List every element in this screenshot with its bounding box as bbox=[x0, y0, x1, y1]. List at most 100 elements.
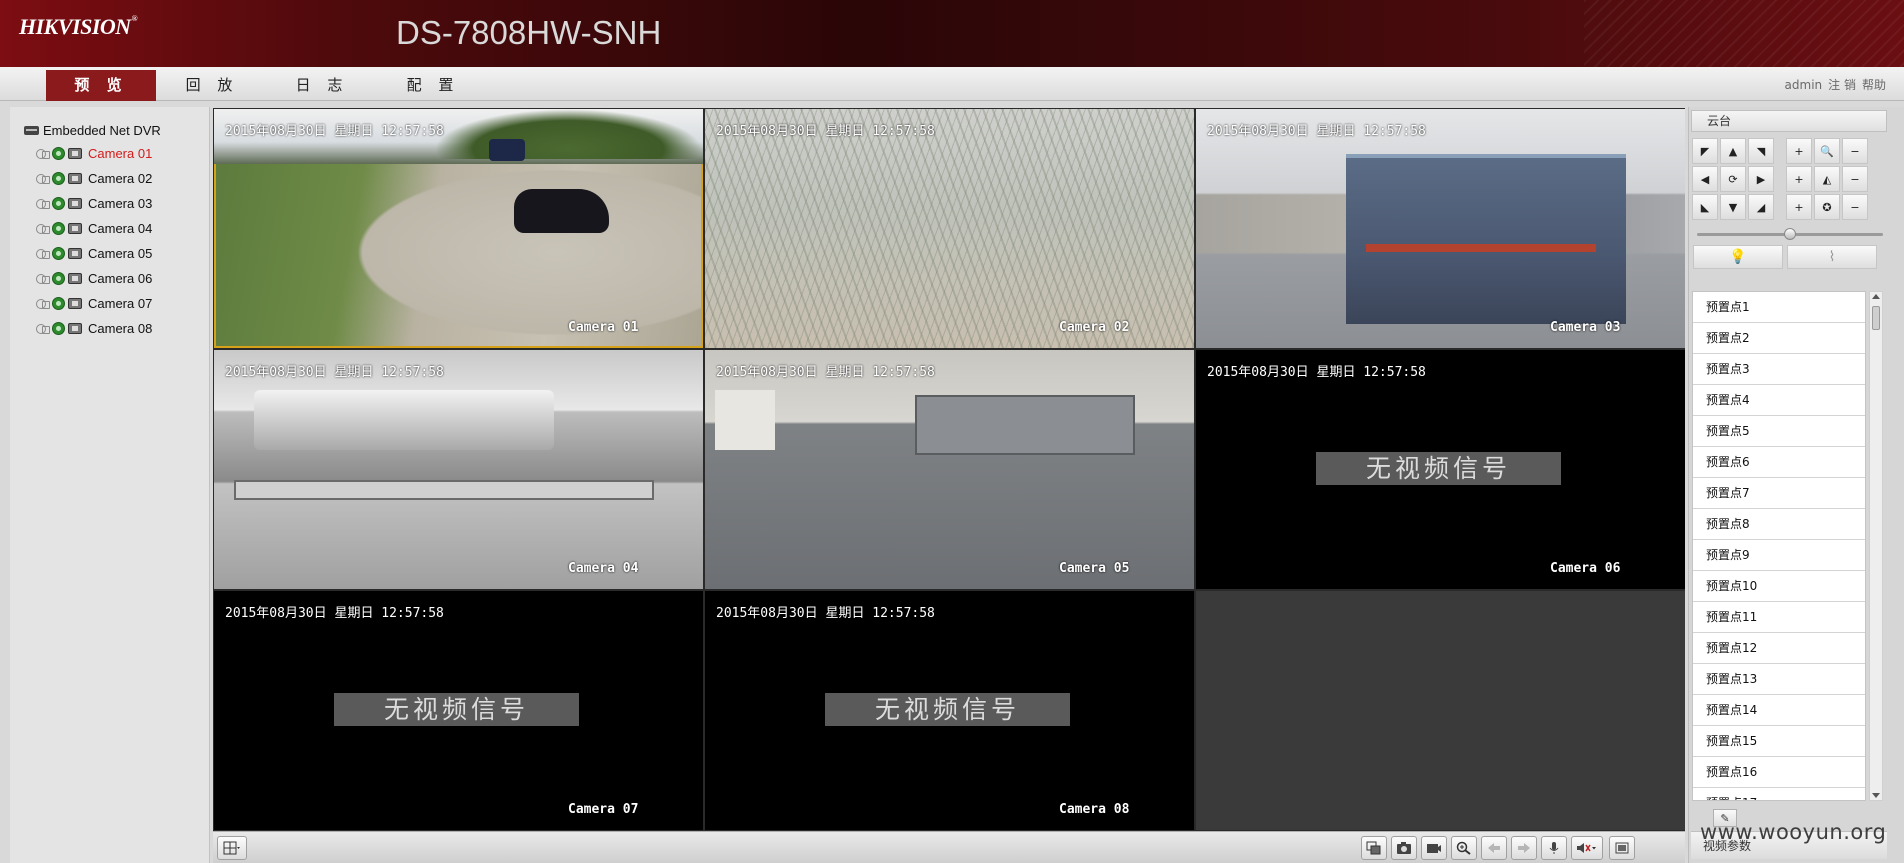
camera-label: Camera 05 bbox=[88, 245, 153, 261]
zoom-in-button[interactable]: + bbox=[1786, 138, 1812, 164]
ptz-down-left-button[interactable]: ◣ bbox=[1692, 194, 1718, 220]
ptz-speed-knob[interactable] bbox=[1784, 228, 1796, 240]
preset-item[interactable]: 预置点1 bbox=[1693, 292, 1865, 323]
tree-camera-08[interactable]: Camera 08 bbox=[36, 319, 152, 337]
preset-item[interactable]: 预置点8 bbox=[1693, 509, 1865, 540]
preset-item[interactable]: 预置点14 bbox=[1693, 695, 1865, 726]
record-icon[interactable] bbox=[52, 296, 65, 310]
ptz-up-right-button[interactable]: ◥ bbox=[1748, 138, 1774, 164]
stream-icon[interactable] bbox=[36, 322, 50, 334]
capture-button[interactable] bbox=[1391, 836, 1417, 860]
preset-item[interactable]: 预置点2 bbox=[1693, 323, 1865, 354]
tab-preview[interactable]: 预 览 bbox=[46, 70, 156, 101]
focus-far-button[interactable]: − bbox=[1842, 166, 1868, 192]
video-tile-camera-04[interactable]: 2015年08月30日 星期日 12:57:58 Camera 04 bbox=[214, 350, 703, 589]
ptz-right-button[interactable]: ▶ bbox=[1748, 166, 1774, 192]
iris-close-button[interactable]: − bbox=[1842, 194, 1868, 220]
video-tile-empty[interactable] bbox=[1196, 591, 1685, 830]
stream-icon[interactable] bbox=[36, 172, 50, 184]
preset-item[interactable]: 预置点4 bbox=[1693, 385, 1865, 416]
preset-item[interactable]: 预置点6 bbox=[1693, 447, 1865, 478]
preset-item[interactable]: 预置点3 bbox=[1693, 354, 1865, 385]
arrow-up-icon: ▲ bbox=[1728, 144, 1738, 158]
stream-icon[interactable] bbox=[36, 247, 50, 259]
video-tile-camera-08[interactable]: 2015年08月30日 星期日 12:57:58 无视频信号 Camera 08 bbox=[705, 591, 1194, 830]
stream-icon[interactable] bbox=[36, 147, 50, 159]
tree-root-dvr[interactable]: Embedded Net DVR bbox=[24, 123, 161, 138]
video-tile-camera-01[interactable]: 2015年08月30日 星期日 12:57:58 Camera 01 bbox=[214, 109, 703, 348]
record-all-button[interactable] bbox=[1421, 836, 1447, 860]
minus-icon: − bbox=[1850, 172, 1860, 186]
stream-icon[interactable] bbox=[36, 197, 50, 209]
tree-camera-02[interactable]: Camera 02 bbox=[36, 169, 152, 187]
ptz-down-right-button[interactable]: ◢ bbox=[1748, 194, 1774, 220]
camera-icon bbox=[68, 272, 82, 284]
video-tile-camera-03[interactable]: 2015年08月30日 星期日 12:57:58 Camera 03 bbox=[1196, 109, 1685, 348]
preset-item[interactable]: 预置点17 bbox=[1693, 788, 1865, 800]
brand-logo: HIKVISION® bbox=[19, 14, 138, 39]
record-icon[interactable] bbox=[52, 271, 65, 285]
help-link[interactable]: 帮助 bbox=[1862, 78, 1886, 92]
tab-log[interactable]: 日 志 bbox=[267, 70, 377, 101]
record-icon[interactable] bbox=[52, 171, 65, 185]
preset-item[interactable]: 预置点16 bbox=[1693, 757, 1865, 788]
preset-item[interactable]: 预置点5 bbox=[1693, 416, 1865, 447]
preset-item[interactable]: 预置点12 bbox=[1693, 633, 1865, 664]
preset-item[interactable]: 预置点10 bbox=[1693, 571, 1865, 602]
iris-open-button[interactable]: + bbox=[1786, 194, 1812, 220]
preset-scrollbar[interactable] bbox=[1869, 291, 1883, 801]
record-icon[interactable] bbox=[52, 246, 65, 260]
scene-car bbox=[514, 189, 609, 233]
tree-camera-03[interactable]: Camera 03 bbox=[36, 194, 152, 212]
scroll-down-icon[interactable] bbox=[1872, 793, 1880, 798]
ptz-speed-slider[interactable] bbox=[1697, 228, 1883, 240]
previous-page-button[interactable] bbox=[1481, 836, 1507, 860]
tree-camera-06[interactable]: Camera 06 bbox=[36, 269, 152, 287]
scroll-up-icon[interactable] bbox=[1872, 294, 1880, 299]
tree-camera-04[interactable]: Camera 04 bbox=[36, 219, 152, 237]
tab-config[interactable]: 配 置 bbox=[378, 70, 488, 101]
digital-zoom-button[interactable] bbox=[1451, 836, 1477, 860]
wiper-button[interactable]: ⌇ bbox=[1787, 245, 1877, 269]
camera-icon bbox=[68, 247, 82, 259]
light-button[interactable]: 💡 bbox=[1693, 245, 1783, 269]
video-tile-camera-02[interactable]: 2015年08月30日 星期日 12:57:58 Camera 02 bbox=[705, 109, 1194, 348]
record-icon[interactable] bbox=[52, 196, 65, 210]
scroll-thumb[interactable] bbox=[1872, 306, 1880, 330]
logout-link[interactable]: 注 销 bbox=[1828, 78, 1856, 92]
focus-near-button[interactable]: + bbox=[1786, 166, 1812, 192]
stream-icon[interactable] bbox=[36, 297, 50, 309]
ptz-left-button[interactable]: ◀ bbox=[1692, 166, 1718, 192]
stop-all-preview-button[interactable] bbox=[1361, 836, 1387, 860]
ptz-up-left-button[interactable]: ◤ bbox=[1692, 138, 1718, 164]
video-tile-camera-05[interactable]: 2015年08月30日 星期日 12:57:58 Camera 05 bbox=[705, 350, 1194, 589]
osd-camera-name: Camera 01 bbox=[568, 320, 639, 335]
video-tile-camera-07[interactable]: 2015年08月30日 星期日 12:57:58 无视频信号 Camera 07 bbox=[214, 591, 703, 830]
tree-camera-01[interactable]: Camera 01 bbox=[36, 144, 152, 162]
tree-camera-05[interactable]: Camera 05 bbox=[36, 244, 152, 262]
ptz-auto-button[interactable]: ⟳ bbox=[1720, 166, 1746, 192]
tab-playback[interactable]: 回 放 bbox=[157, 70, 267, 101]
zoom-out-button[interactable]: − bbox=[1842, 138, 1868, 164]
record-icon[interactable] bbox=[52, 321, 65, 335]
tree-camera-07[interactable]: Camera 07 bbox=[36, 294, 152, 312]
stream-icon[interactable] bbox=[36, 222, 50, 234]
preset-item[interactable]: 预置点15 bbox=[1693, 726, 1865, 757]
preset-item[interactable]: 预置点13 bbox=[1693, 664, 1865, 695]
talk-button[interactable] bbox=[1541, 836, 1567, 860]
preset-item[interactable]: 预置点7 bbox=[1693, 478, 1865, 509]
layout-grid-button[interactable] bbox=[217, 836, 247, 860]
preset-item[interactable]: 预置点9 bbox=[1693, 540, 1865, 571]
fullscreen-button[interactable] bbox=[1609, 836, 1635, 860]
preset-item[interactable]: 预置点11 bbox=[1693, 602, 1865, 633]
stream-icon[interactable] bbox=[36, 272, 50, 284]
next-page-button[interactable] bbox=[1511, 836, 1537, 860]
record-icon[interactable] bbox=[52, 146, 65, 160]
ptz-up-button[interactable]: ▲ bbox=[1720, 138, 1746, 164]
video-tile-camera-06[interactable]: 2015年08月30日 星期日 12:57:58 无视频信号 Camera 06 bbox=[1196, 350, 1685, 589]
preset-list: 预置点1 预置点2 预置点3 预置点4 预置点5 预置点6 预置点7 预置点8 … bbox=[1692, 291, 1866, 801]
grid-layout-icon bbox=[223, 841, 240, 855]
ptz-down-button[interactable]: ▼ bbox=[1720, 194, 1746, 220]
volume-button[interactable] bbox=[1571, 836, 1603, 860]
record-icon[interactable] bbox=[52, 221, 65, 235]
